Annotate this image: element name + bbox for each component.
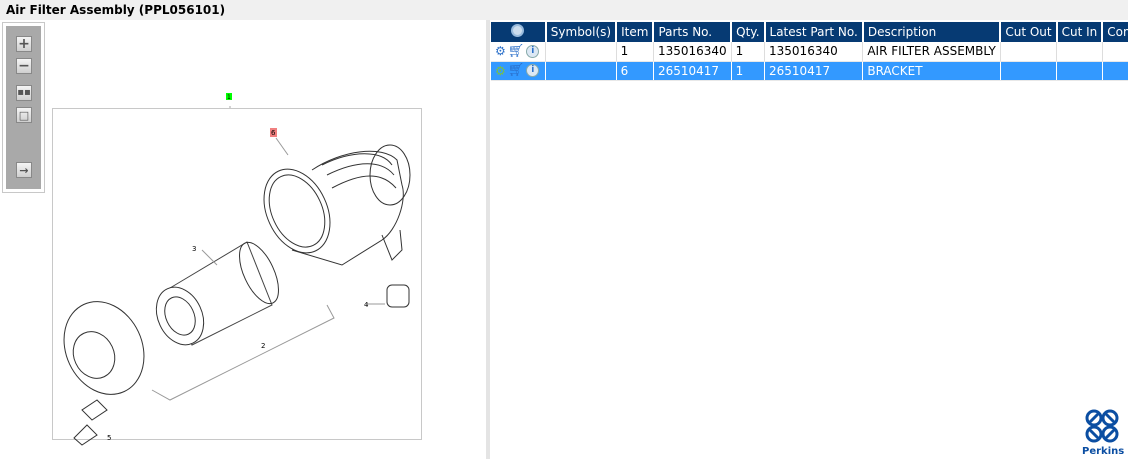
column-header-comment[interactable]: Comment: [1102, 22, 1128, 42]
cell-comment: [1102, 42, 1128, 62]
cell-comment: [1102, 61, 1128, 81]
cell-qty: 1: [731, 61, 766, 81]
single-view-icon[interactable]: □: [16, 107, 32, 123]
cell-item: 1: [616, 42, 654, 62]
cell-cut-out: [1000, 61, 1058, 81]
column-header-symbols[interactable]: Symbol(s): [545, 22, 618, 42]
fit-all-icon[interactable]: ▪▪: [16, 85, 32, 101]
column-header-latest-part-no[interactable]: Latest Part No.: [764, 22, 864, 42]
cell-parts-no: 135016340: [653, 42, 732, 62]
column-header-cut-in[interactable]: Cut In: [1056, 22, 1104, 42]
cell-description: BRACKET: [862, 61, 1001, 81]
export-list-icon[interactable]: →: [16, 162, 32, 178]
drawing-panel: + − ▪▪ □ → 1 6 4 3 5 2: [0, 20, 486, 459]
cell-parts-no: 26510417: [653, 61, 732, 81]
svg-text:4: 4: [364, 301, 369, 309]
column-header-cut-out[interactable]: Cut Out: [1000, 22, 1058, 42]
cell-symbol: [545, 61, 617, 81]
svg-text:5: 5: [107, 434, 111, 442]
cell-cut-in: [1056, 42, 1103, 62]
cell-cut-in: [1056, 61, 1103, 81]
gears-icon[interactable]: ⚙: [495, 44, 506, 58]
cart-icon[interactable]: 🛒︎: [508, 63, 525, 78]
cell-symbol: [545, 42, 617, 62]
svg-text:6: 6: [271, 129, 276, 137]
svg-text:3: 3: [192, 245, 196, 253]
cell-cut-out: [1000, 42, 1058, 62]
cell-item: 6: [616, 61, 654, 81]
cell-description: AIR FILTER ASSEMBLY: [862, 42, 1001, 62]
row-actions: ⚙ 🛒︎ i: [491, 61, 547, 81]
column-header-parts-no[interactable]: Parts No.: [653, 22, 733, 42]
info-icon[interactable]: i: [526, 64, 540, 77]
gear-icon[interactable]: ⚙: [495, 64, 506, 78]
column-header-item[interactable]: Item: [616, 22, 655, 42]
table-row[interactable]: ⚙ 🛒︎ i 1 135016340 1 135016340 AIR FILTER …: [491, 42, 1128, 62]
svg-text:2: 2: [261, 342, 265, 350]
perkins-wordmark: Perkins: [1082, 446, 1125, 457]
cell-latest-part-no: 26510417: [764, 61, 864, 81]
cell-latest-part-no: 135016340: [764, 42, 864, 62]
perkins-logo: Perkins: [1082, 409, 1125, 457]
drawing-toolbar: + − ▪▪ □ →: [2, 22, 45, 193]
table-row-selected[interactable]: ⚙ 🛒︎ i 6 26510417 1 26510417 BRACKET: [491, 61, 1128, 81]
zoom-in-icon[interactable]: +: [16, 36, 32, 52]
zoom-out-icon[interactable]: −: [16, 58, 32, 74]
cell-qty: 1: [731, 42, 766, 62]
parts-list-panel: Symbol(s) Item Parts No. Qty. Latest Par…: [490, 20, 1128, 459]
svg-text:1: 1: [227, 94, 231, 101]
exploded-parts-drawing: 1 6 4 3 5 2: [63, 93, 411, 446]
column-header-view[interactable]: [491, 22, 547, 42]
magnifier-icon: [511, 24, 525, 37]
row-actions: ⚙ 🛒︎ i: [491, 42, 547, 62]
parts-table: Symbol(s) Item Parts No. Qty. Latest Par…: [491, 22, 1128, 81]
cart-icon[interactable]: 🛒︎: [508, 44, 525, 59]
info-icon[interactable]: i: [526, 44, 540, 58]
column-header-qty[interactable]: Qty.: [731, 22, 766, 42]
table-header: Symbol(s) Item Parts No. Qty. Latest Par…: [491, 22, 1128, 42]
window-title: Air Filter Assembly (PPL056101): [0, 0, 1128, 20]
column-header-description[interactable]: Description: [862, 22, 1002, 42]
perkins-emblem-icon: [1085, 409, 1119, 443]
